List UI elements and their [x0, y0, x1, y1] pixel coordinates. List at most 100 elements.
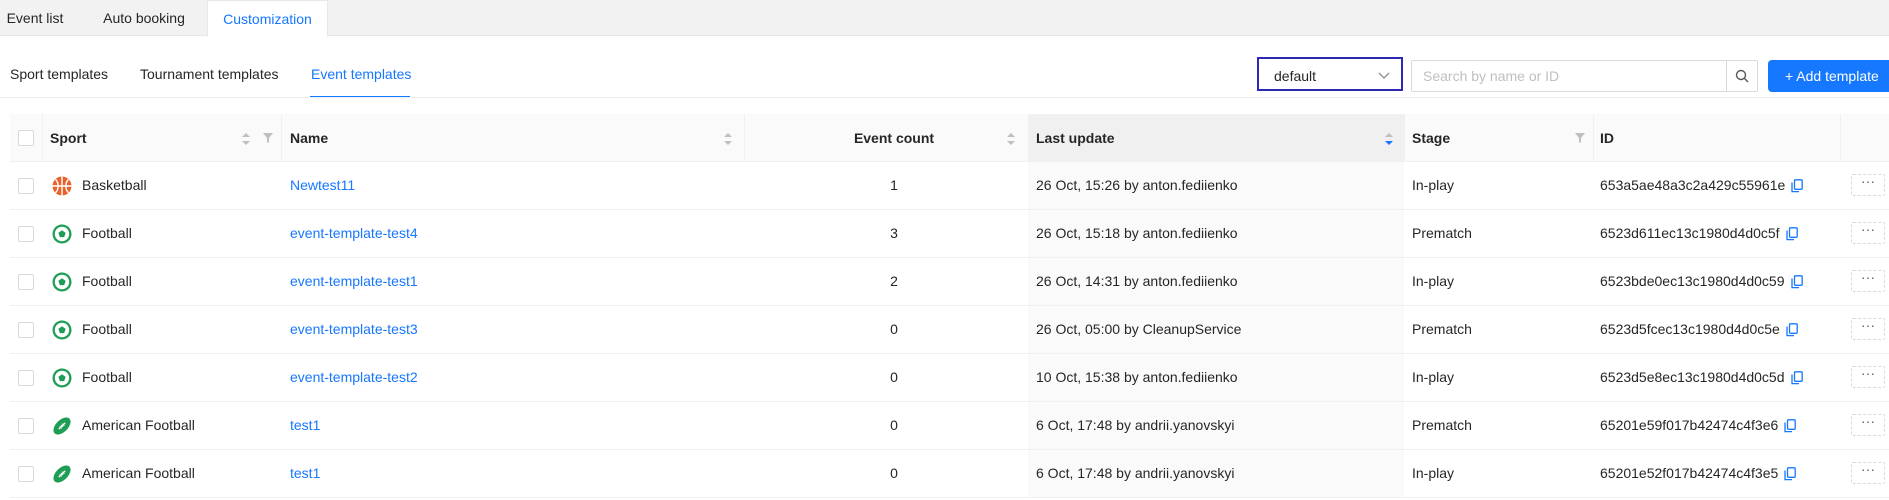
copy-icon[interactable] [1790, 275, 1803, 289]
stage-cell: Prematch [1412, 417, 1472, 433]
copy-icon[interactable] [1784, 419, 1797, 433]
more-actions-button[interactable]: ··· [1851, 462, 1885, 484]
id-cell: 65201e52f017b42474c4f3e5 [1600, 450, 1797, 497]
template-name-link[interactable]: event-template-test3 [290, 306, 418, 353]
column-header-id[interactable]: ID [1600, 114, 1614, 162]
more-actions-button[interactable]: ··· [1851, 366, 1885, 388]
table-row[interactable]: Football event-template-test1 2 26 Oct, … [10, 258, 1889, 306]
row-checkbox[interactable] [18, 466, 34, 482]
more-actions-button[interactable]: ··· [1851, 174, 1885, 196]
select-value: default [1274, 68, 1317, 84]
add-template-button[interactable]: + Add template [1768, 60, 1889, 92]
last-update-cell: 26 Oct, 15:26 by anton.fediienko [1036, 177, 1238, 193]
id-value: 6523d611ec13c1980d4d0c5f [1600, 225, 1780, 241]
sport-cell: Basketball [82, 177, 147, 193]
stage-cell: In-play [1412, 177, 1455, 193]
search-box [1411, 60, 1758, 92]
tab-event-list[interactable]: Event list [0, 0, 70, 36]
tab-event-templates[interactable]: Event templates [311, 66, 411, 82]
id-value: 6523d5e8ec13c1980d4d0c5d [1600, 369, 1785, 385]
sport-cell: Football [82, 321, 132, 337]
filter-icon[interactable] [262, 132, 274, 144]
american-football-icon [53, 465, 71, 483]
table-row[interactable]: American Football test1 0 6 Oct, 17:48 b… [10, 450, 1889, 498]
column-header-name[interactable]: Name [290, 114, 328, 162]
football-icon [52, 320, 72, 340]
id-cell: 6523bde0ec13c1980d4d0c59 [1600, 258, 1803, 305]
column-separator [1404, 114, 1405, 162]
row-checkbox[interactable] [18, 178, 34, 194]
last-update-cell: 6 Oct, 17:48 by andrii.yanovskyi [1036, 465, 1235, 481]
template-name-link[interactable]: Newtest11 [290, 162, 355, 209]
last-update-cell: 10 Oct, 15:38 by anton.fediienko [1036, 369, 1238, 385]
row-checkbox[interactable] [18, 226, 34, 242]
chevron-down-icon [1378, 72, 1390, 79]
sort-descending-icon[interactable] [1384, 132, 1394, 146]
sport-cell: Football [82, 273, 132, 289]
table-row[interactable]: Football event-template-test4 3 26 Oct, … [10, 210, 1889, 258]
id-cell: 6523d611ec13c1980d4d0c5f [1600, 210, 1798, 257]
column-header-sport[interactable]: Sport [50, 114, 87, 162]
sort-icon[interactable] [723, 132, 733, 146]
column-header-stage[interactable]: Stage [1412, 114, 1450, 162]
id-value: 65201e59f017b42474c4f3e6 [1600, 417, 1779, 433]
copy-icon[interactable] [1791, 179, 1804, 193]
event-count-cell: 0 [890, 417, 898, 433]
search-input[interactable] [1412, 61, 1728, 91]
tab-customization[interactable]: Customization [207, 0, 328, 37]
copy-icon[interactable] [1785, 227, 1798, 241]
top-tab-bar: Event list Auto booking Customization [0, 0, 1889, 37]
tab-tournament-templates[interactable]: Tournament templates [140, 66, 279, 82]
sort-icon[interactable] [241, 132, 251, 146]
last-update-cell: 6 Oct, 17:48 by andrii.yanovskyi [1036, 417, 1235, 433]
row-checkbox[interactable] [18, 322, 34, 338]
template-name-link[interactable]: event-template-test1 [290, 258, 418, 305]
more-actions-button[interactable]: ··· [1851, 222, 1885, 244]
copy-icon[interactable] [1786, 323, 1798, 337]
template-name-link[interactable]: event-template-test4 [290, 210, 418, 257]
id-cell: 6523d5e8ec13c1980d4d0c5d [1600, 354, 1803, 401]
tab-sport-templates[interactable]: Sport templates [10, 66, 108, 82]
column-separator [1593, 114, 1594, 162]
id-cell: 6523d5fcec13c1980d4d0c5e [1600, 306, 1798, 353]
template-name-link[interactable]: event-template-test2 [290, 354, 418, 401]
id-value: 6523bde0ec13c1980d4d0c59 [1600, 273, 1785, 289]
row-checkbox[interactable] [18, 274, 34, 290]
template-name-link[interactable]: test1 [290, 402, 320, 449]
event-count-cell: 1 [890, 177, 898, 193]
more-actions-button[interactable]: ··· [1851, 270, 1885, 292]
table-row[interactable]: Basketball Newtest11 1 26 Oct, 15:26 by … [10, 162, 1889, 210]
table-row[interactable]: Football event-template-test3 0 26 Oct, … [10, 306, 1889, 354]
row-checkbox[interactable] [18, 370, 34, 386]
tab-divider [0, 97, 1889, 98]
id-cell: 65201e59f017b42474c4f3e6 [1600, 402, 1797, 449]
select-all-checkbox[interactable] [18, 130, 34, 146]
template-name-link[interactable]: test1 [290, 450, 320, 497]
column-header-event-count[interactable]: Event count [834, 114, 954, 162]
table-row[interactable]: Football event-template-test2 0 10 Oct, … [10, 354, 1889, 402]
search-icon [1735, 69, 1749, 83]
stage-cell: Prematch [1412, 321, 1472, 337]
football-icon [52, 224, 72, 244]
event-count-cell: 0 [890, 465, 898, 481]
sport-cell: Football [82, 225, 132, 241]
id-value: 6523d5fcec13c1980d4d0c5e [1600, 321, 1780, 337]
copy-icon[interactable] [1784, 467, 1797, 481]
table-header: Sport Name Event count Last update Stage… [10, 114, 1889, 162]
event-count-cell: 0 [890, 369, 898, 385]
table-row[interactable]: American Football test1 0 6 Oct, 17:48 b… [10, 402, 1889, 450]
template-set-select[interactable]: default [1257, 57, 1403, 91]
more-actions-button[interactable]: ··· [1851, 414, 1885, 436]
id-cell: 653a5ae48a3c2a429c55961e [1600, 162, 1804, 209]
event-count-cell: 0 [890, 321, 898, 337]
basketball-icon [52, 176, 72, 196]
filter-icon[interactable] [1574, 132, 1586, 144]
more-actions-button[interactable]: ··· [1851, 318, 1885, 340]
tab-auto-booking[interactable]: Auto booking [70, 0, 218, 36]
column-separator [744, 114, 745, 162]
column-header-last-update[interactable]: Last update [1036, 114, 1115, 162]
row-checkbox[interactable] [18, 418, 34, 434]
sort-icon[interactable] [1006, 132, 1016, 146]
copy-icon[interactable] [1790, 371, 1803, 385]
search-button[interactable] [1726, 61, 1757, 91]
